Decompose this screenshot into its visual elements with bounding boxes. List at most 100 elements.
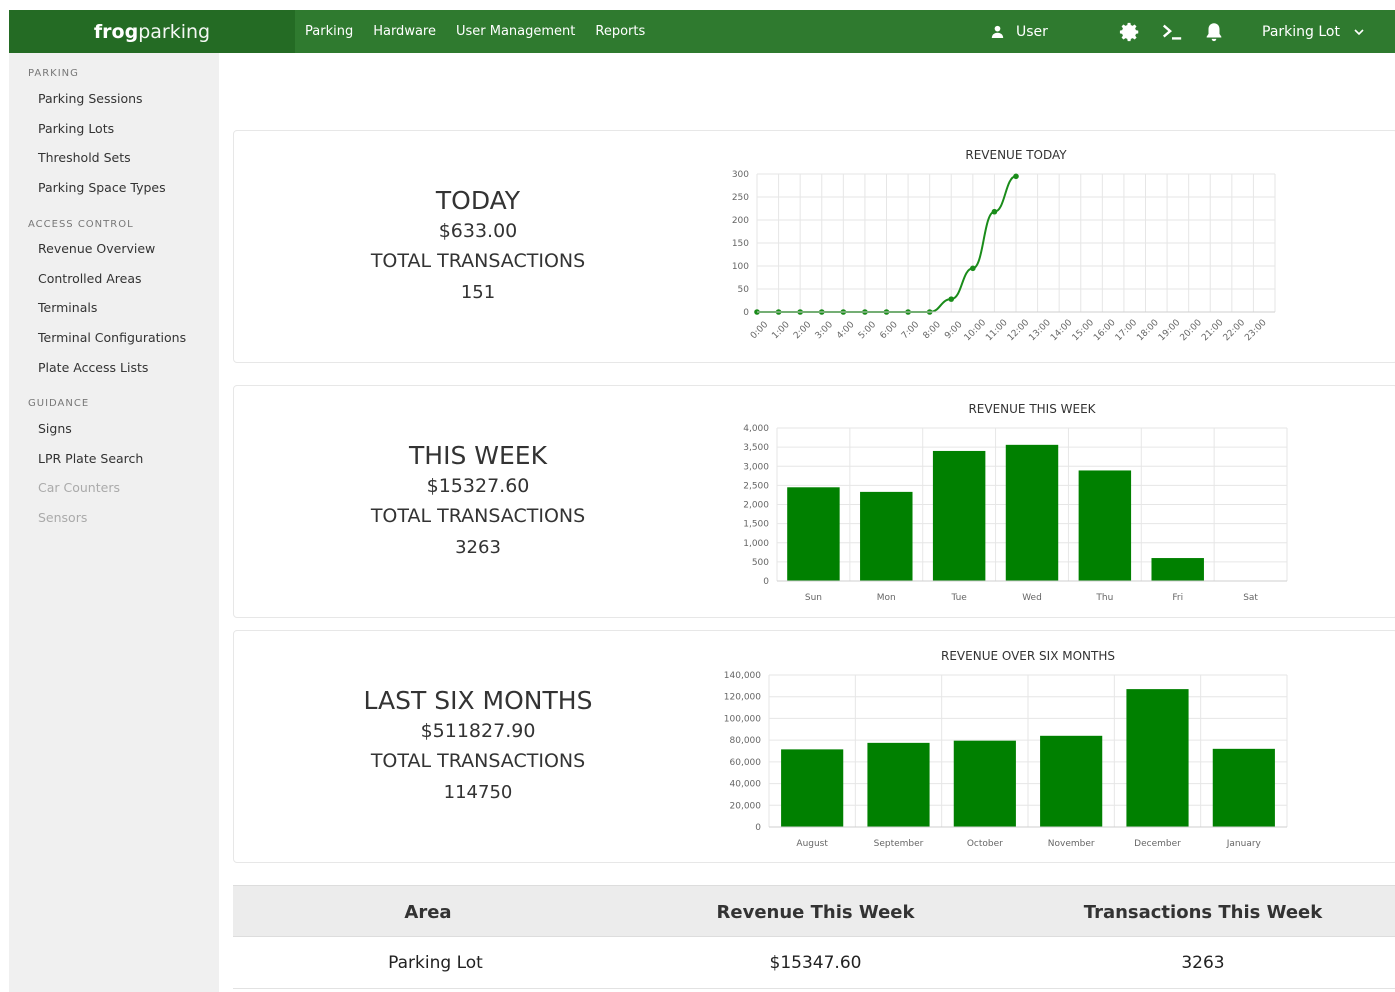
x-tick-label: 8:00 xyxy=(922,320,944,342)
column-header-transactions: Transactions This Week xyxy=(1083,901,1323,923)
x-tick-label: 11:00 xyxy=(984,318,1010,344)
sidebar-item-signs[interactable]: Signs xyxy=(38,421,72,436)
x-tick-label: 2:00 xyxy=(792,320,814,342)
transactions-count: 114750 xyxy=(443,782,513,803)
sidebar-item-terminal-configurations[interactable]: Terminal Configurations xyxy=(38,330,186,345)
sidebar-item-terminals[interactable]: Terminals xyxy=(38,300,97,315)
bar xyxy=(781,749,844,827)
y-tick-label: 150 xyxy=(732,239,749,249)
x-tick-label: Sat xyxy=(1243,593,1258,603)
cell-transactions: 3263 xyxy=(1181,953,1225,973)
nav-user-management[interactable]: User Management xyxy=(456,24,575,39)
x-tick-label: August xyxy=(796,839,828,849)
sidebar-item-parking-sessions[interactable]: Parking Sessions xyxy=(38,91,143,106)
main-nav: Parking Hardware User Management Reports xyxy=(305,10,645,53)
y-tick-label: 40,000 xyxy=(730,780,762,790)
y-tick-label: 3,500 xyxy=(743,443,769,453)
transactions-label: TOTAL TRANSACTIONS xyxy=(370,750,586,772)
x-tick-label: 0:00 xyxy=(749,320,771,342)
sidebar-item-revenue-overview[interactable]: Revenue Overview xyxy=(38,241,155,256)
sidebar-item-lpr-plate-search[interactable]: LPR Plate Search xyxy=(38,451,143,466)
revenue-amount: $511827.90 xyxy=(420,720,536,742)
bar xyxy=(932,450,986,581)
sidebar-item-controlled-areas[interactable]: Controlled Areas xyxy=(38,271,142,286)
x-tick-label: 5:00 xyxy=(857,320,879,342)
x-tick-label: Sun xyxy=(805,593,822,603)
revenue-six-months-chart: REVENUE OVER SIX MONTHS 0 20,000 40,000 60,0… xyxy=(724,649,1288,849)
week-card: THIS WEEK $15327.60 TOTAL TRANSACTIONS 3… xyxy=(233,385,1395,618)
brand-logo[interactable]: frog parking xyxy=(9,10,295,53)
x-tick-label: 23:00 xyxy=(1243,318,1269,344)
transactions-count: 151 xyxy=(460,282,496,303)
x-tick-label: 1:00 xyxy=(770,320,792,342)
revenue-amount: $633.00 xyxy=(438,220,518,242)
sidebar-item-parking-space-types[interactable]: Parking Space Types xyxy=(38,180,166,195)
y-tick-label: 2,000 xyxy=(743,501,769,511)
terminal-icon[interactable] xyxy=(1161,21,1183,43)
bar xyxy=(867,742,930,827)
x-tick-label: 18:00 xyxy=(1135,318,1161,344)
y-tick-label: 1,500 xyxy=(743,520,769,530)
x-tick-label: Mon xyxy=(877,593,896,603)
bar xyxy=(860,491,913,581)
table-row[interactable]: Parking Lot $15347.60 3263 xyxy=(233,937,1395,989)
nav-parking[interactable]: Parking xyxy=(305,24,353,39)
period-title: TODAY xyxy=(435,186,521,215)
user-menu[interactable]: User xyxy=(991,10,1048,53)
chart-title: REVENUE THIS WEEK xyxy=(968,402,1096,416)
brand-logo-bold: frog xyxy=(93,20,139,43)
today-card: TODAY $633.00 TOTAL TRANSACTIONS 151 REV… xyxy=(233,130,1395,363)
period-title: LAST SIX MONTHS xyxy=(363,686,593,715)
bar xyxy=(953,740,1016,827)
y-tick-label: 120,000 xyxy=(724,693,761,703)
x-tick-label: Tue xyxy=(950,593,967,603)
y-tick-label: 2,500 xyxy=(743,481,769,491)
period-title: THIS WEEK xyxy=(409,441,547,470)
sidebar: PARKING Parking Sessions Parking Lots Th… xyxy=(9,53,219,992)
data-point xyxy=(991,208,998,215)
x-tick-label: 9:00 xyxy=(943,320,965,342)
nav-hardware[interactable]: Hardware xyxy=(373,24,436,39)
six-months-summary: LAST SIX MONTHS $511827.90 TOTAL TRANSAC… xyxy=(234,631,722,862)
sidebar-item-car-counters: Car Counters xyxy=(38,480,120,495)
gear-icon[interactable] xyxy=(1119,21,1141,43)
y-tick-label: 200 xyxy=(732,216,749,226)
bar xyxy=(1078,470,1132,581)
y-tick-label: 140,000 xyxy=(724,671,761,681)
y-tick-label: 3,000 xyxy=(743,462,769,472)
header-icons xyxy=(1119,10,1225,53)
area-revenue-table: Area Revenue This Week Transactions This… xyxy=(233,885,1395,992)
transactions-label: TOTAL TRANSACTIONS xyxy=(370,250,586,272)
revenue-amount: $15327.60 xyxy=(426,475,530,497)
y-tick-label: 60,000 xyxy=(730,758,762,768)
x-tick-label: 16:00 xyxy=(1092,318,1118,344)
x-tick-label: 6:00 xyxy=(878,320,900,342)
top-navbar: frog parking Parking Hardware User Manage… xyxy=(9,10,1395,53)
sidebar-item-plate-access-lists[interactable]: Plate Access Lists xyxy=(38,360,148,375)
lot-selector[interactable]: Parking Lot xyxy=(1262,10,1364,53)
x-tick-label: September xyxy=(874,839,924,849)
chart-title: REVENUE TODAY xyxy=(965,148,1067,162)
nav-reports[interactable]: Reports xyxy=(595,24,645,39)
sidebar-item-threshold-sets[interactable]: Threshold Sets xyxy=(38,150,131,165)
x-tick-label: 22:00 xyxy=(1222,318,1248,344)
y-tick-label: 0 xyxy=(755,823,761,833)
six-months-card: LAST SIX MONTHS $511827.90 TOTAL TRANSAC… xyxy=(233,630,1395,863)
data-point xyxy=(948,296,955,302)
sidebar-section-access-control: ACCESS CONTROL xyxy=(28,219,134,230)
bell-icon[interactable] xyxy=(1203,21,1225,43)
x-tick-label: December xyxy=(1134,839,1181,849)
sidebar-item-parking-lots[interactable]: Parking Lots xyxy=(38,121,114,136)
y-tick-label: 1,000 xyxy=(743,539,769,549)
x-tick-label: Thu xyxy=(1095,593,1113,603)
bar xyxy=(1126,689,1189,827)
sidebar-section-parking: PARKING xyxy=(28,68,79,79)
x-tick-label: Fri xyxy=(1172,593,1183,603)
sidebar-item-sensors: Sensors xyxy=(38,510,88,525)
x-tick-label: 4:00 xyxy=(835,320,857,342)
y-tick-label: 20,000 xyxy=(730,801,762,811)
x-tick-label: 13:00 xyxy=(1027,318,1053,344)
bar xyxy=(1040,735,1103,827)
transactions-label: TOTAL TRANSACTIONS xyxy=(370,505,586,527)
cell-revenue: $15347.60 xyxy=(769,953,862,973)
